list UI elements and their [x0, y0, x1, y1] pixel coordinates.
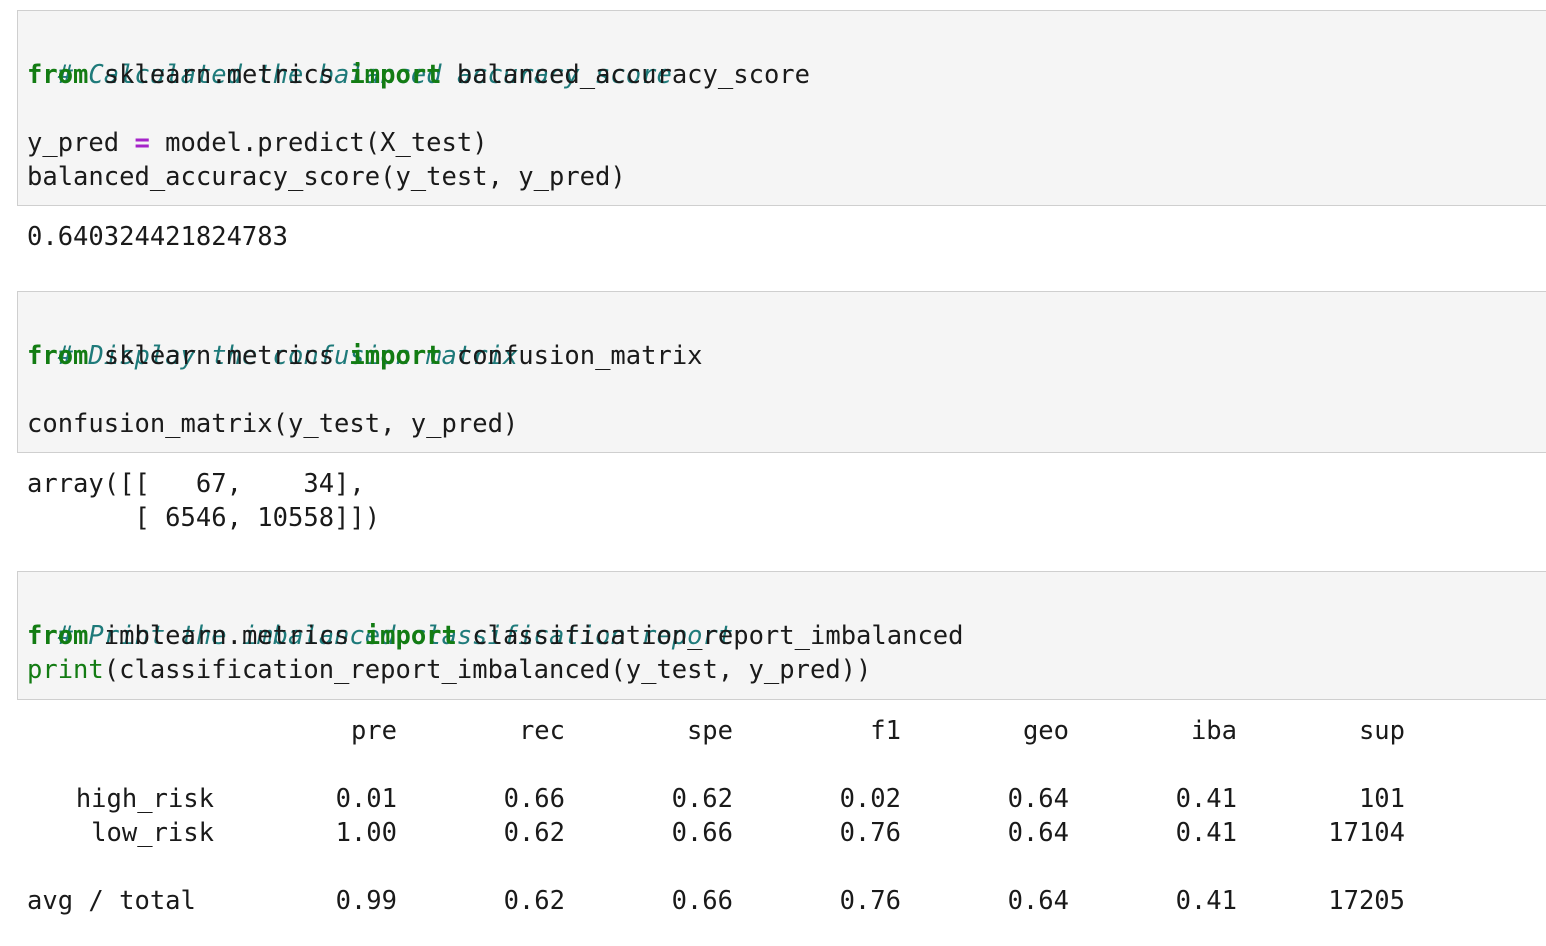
report-cell: 17205: [1328, 886, 1405, 916]
keyword-from: from: [27, 621, 89, 651]
report-cell: 101: [1358, 784, 1405, 814]
report-header-cell: iba: [1190, 716, 1237, 746]
report-total-row: avg / total 0.99 0.62 0.66 0.76 0.64 0.4…: [27, 884, 1427, 918]
report-cell: 0.62: [671, 784, 733, 814]
report-cell: 0.66: [503, 784, 565, 814]
import-name: balanced_accuracy_score: [441, 60, 811, 90]
code-line-comment: # Print the imbalanced classification re…: [27, 585, 734, 651]
report-cell: 0.01: [335, 784, 397, 814]
report-cell: 0.64: [1007, 886, 1069, 916]
assign-operator: =: [134, 128, 150, 158]
keyword-import: import: [349, 60, 442, 90]
report-header-cell: f1: [870, 716, 901, 746]
report-row-label: avg / total: [27, 886, 196, 916]
report-header-cell: pre: [350, 716, 397, 746]
keyword-from: from: [27, 341, 89, 371]
report-cell: 0.76: [839, 886, 901, 916]
report-cell: 0.62: [503, 818, 565, 848]
code-text: balanced_accuracy_score(y_test, y_pred): [27, 162, 626, 192]
report-header-cell: rec: [518, 716, 565, 746]
report-header-row: pre rec spe f1 geo iba sup: [27, 714, 1427, 748]
cell-2-output-line-2: [ 6546, 10558]]): [27, 503, 381, 533]
report-cell: 17104: [1328, 818, 1405, 848]
builtin-print: print: [27, 655, 104, 685]
report-row: low_risk 1.00 0.62 0.66 0.76 0.64 0.41 1…: [27, 816, 1427, 850]
code-line-import: from sklearn.metrics import confusion_ma…: [27, 339, 703, 373]
keyword-import: import: [349, 341, 442, 371]
keyword-import: import: [364, 621, 457, 651]
report-cell: 0.64: [1007, 818, 1069, 848]
report-header-cell: sup: [1358, 716, 1405, 746]
report-cell: 0.62: [503, 886, 565, 916]
report-row-label: high_risk: [75, 784, 214, 814]
code-line-call: confusion_matrix(y_test, y_pred): [27, 407, 518, 441]
code-text: y_pred: [27, 128, 135, 158]
module-name: sklearn.metrics: [88, 341, 350, 371]
cell-1-output: 0.640324421824783: [27, 222, 288, 252]
report-cell: 0.41: [1175, 784, 1237, 814]
code-line-import: from sklearn.metrics import balanced_acc…: [27, 58, 810, 92]
code-line-comment: # Display the confusion matrix: [27, 305, 519, 371]
report-row-label: low_risk: [91, 818, 214, 848]
report-cell: 0.41: [1175, 818, 1237, 848]
report-cell: 0.64: [1007, 784, 1069, 814]
module-name: sklearn.metrics: [88, 60, 350, 90]
module-name: imblearn.metrics: [88, 621, 365, 651]
report-cell: 0.66: [671, 886, 733, 916]
code-line-predict: y_pred = model.predict(X_test): [27, 126, 488, 160]
keyword-from: from: [27, 60, 89, 90]
code-text: confusion_matrix(y_test, y_pred): [27, 409, 519, 439]
report-cell: 0.02: [839, 784, 901, 814]
report-header-cell: spe: [686, 716, 733, 746]
import-name: classification_report_imbalanced: [456, 621, 964, 651]
cell-2-output-line-1: array([[ 67, 34],: [27, 469, 365, 499]
code-text: model.predict(X_test): [149, 128, 488, 158]
code-line-print: print(classification_report_imbalanced(y…: [27, 653, 871, 687]
code-text: (classification_report_imbalanced(y_test…: [103, 655, 872, 685]
import-name: confusion_matrix: [441, 341, 703, 371]
report-cell: 0.99: [335, 886, 397, 916]
code-line-call: balanced_accuracy_score(y_test, y_pred): [27, 160, 626, 194]
report-header-cell: geo: [1022, 716, 1069, 746]
code-line-comment: # Calculated the balanced accuracy score: [27, 24, 672, 90]
report-cell: 0.66: [671, 818, 733, 848]
report-row: high_risk 0.01 0.66 0.62 0.02 0.64 0.41 …: [27, 782, 1427, 816]
report-cell: 0.41: [1175, 886, 1237, 916]
code-line-import: from imblearn.metrics import classificat…: [27, 619, 964, 653]
report-cell: 1.00: [335, 818, 397, 848]
report-cell: 0.76: [839, 818, 901, 848]
